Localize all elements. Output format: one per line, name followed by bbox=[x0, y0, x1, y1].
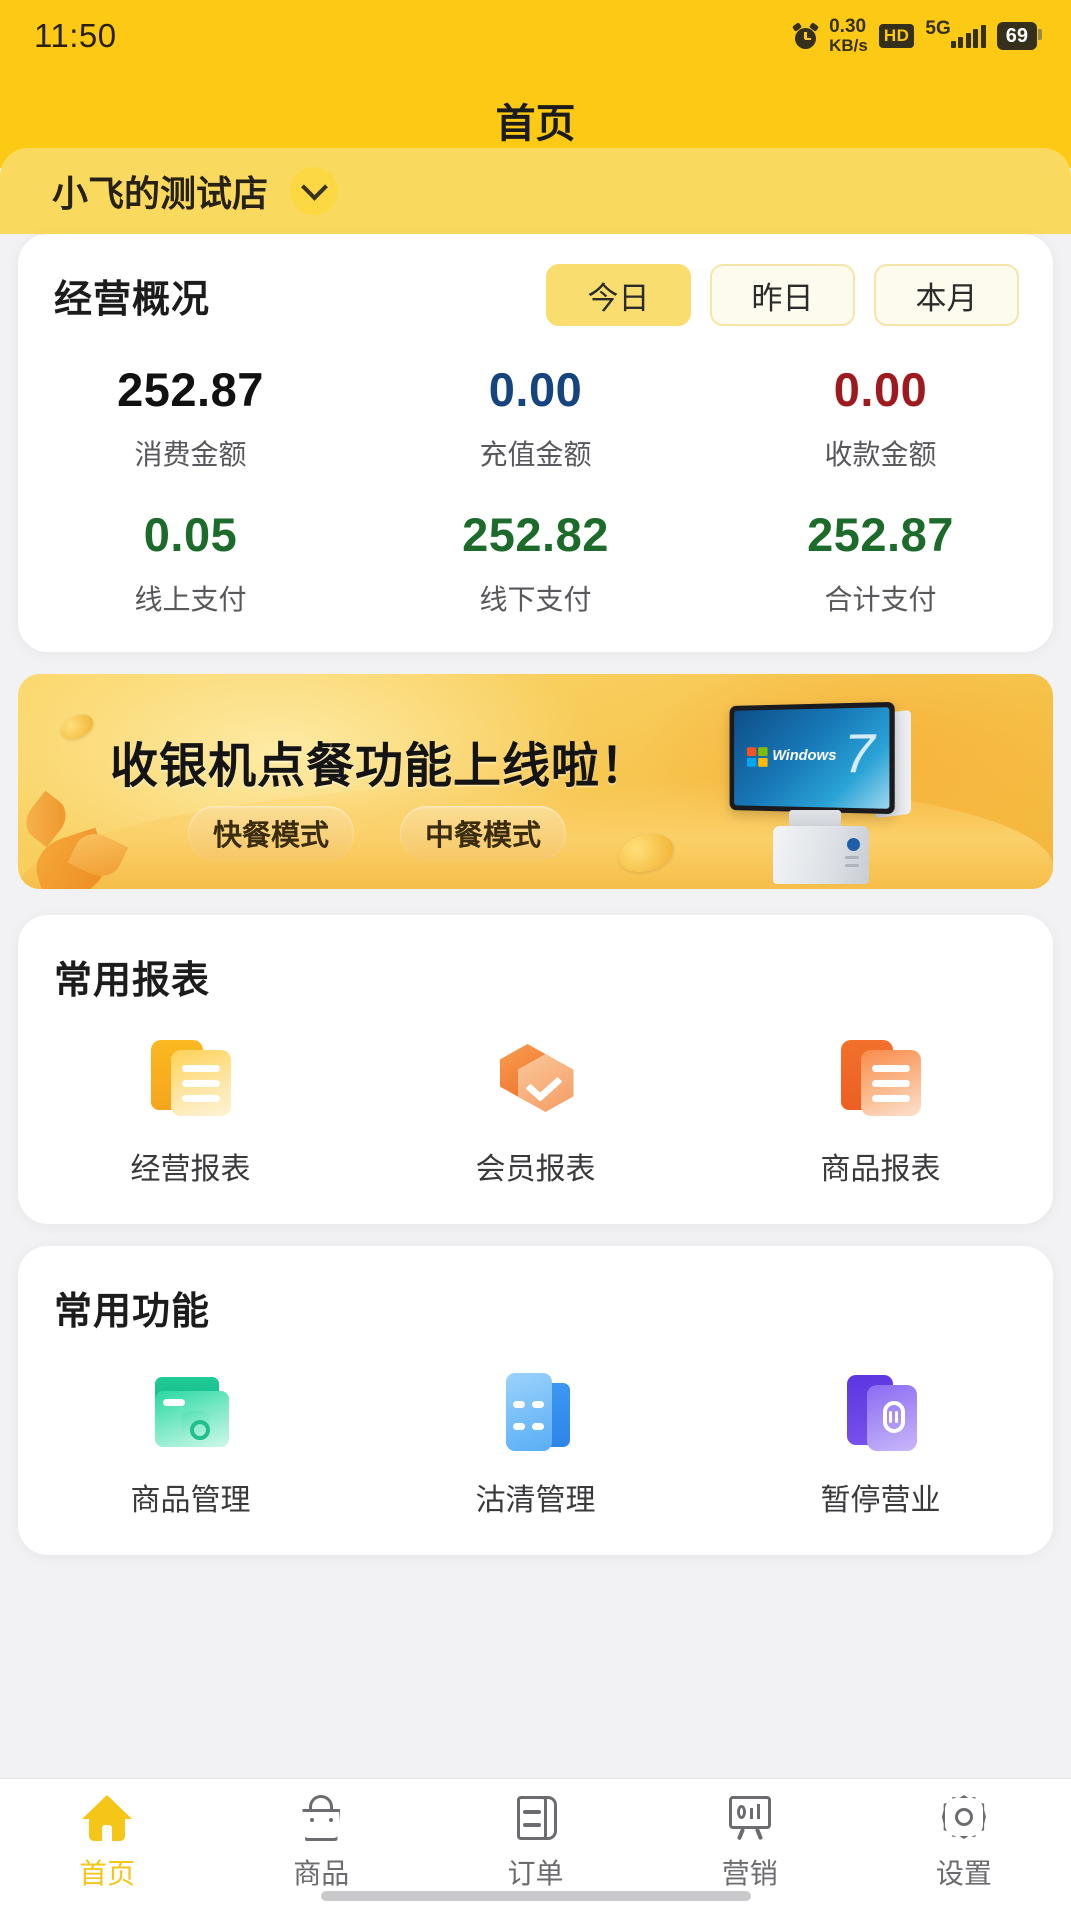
stat-offline-payment-value: 252.82 bbox=[462, 508, 609, 561]
stat-recharge-value: 0.00 bbox=[488, 363, 583, 416]
status-clock: 11:50 bbox=[34, 17, 117, 54]
banner-pill-fastfood[interactable]: 快餐模式 bbox=[188, 806, 354, 860]
home-icon bbox=[79, 1793, 135, 1843]
stat-consumption: 252.87 消费金额 bbox=[18, 362, 363, 473]
report-item-product[interactable]: 商品报表 bbox=[708, 1030, 1053, 1188]
banner-pill-chinese[interactable]: 中餐模式 bbox=[400, 806, 566, 860]
common-functions-card: 常用功能 商品管理 沽清管理 暂停营业 bbox=[18, 1246, 1053, 1555]
function-item-pause-business-label: 暂停营业 bbox=[820, 1484, 941, 1517]
reports-section-title: 常用报表 bbox=[54, 960, 211, 1002]
date-range-tabs: 今日 昨日 本月 bbox=[546, 264, 1019, 326]
stat-offline-payment: 252.82 线下支付 bbox=[363, 507, 708, 618]
banner-headline: 收银机点餐功能上线啦！ bbox=[110, 740, 650, 793]
function-item-product-management[interactable]: 商品管理 bbox=[18, 1361, 363, 1519]
network-speed: 0.30 KB/s bbox=[829, 17, 868, 55]
alarm-clock-icon bbox=[792, 21, 820, 49]
stat-total-payment-value: 252.87 bbox=[807, 508, 954, 561]
shopping-bag-icon bbox=[293, 1793, 349, 1843]
business-overview-card: 经营概况 今日 昨日 本月 252.87 消费金额 0.00 充值金额 0.00 bbox=[18, 234, 1053, 652]
banner-mode-pills: 快餐模式 中餐模式 bbox=[188, 806, 566, 860]
tab-today[interactable]: 今日 bbox=[546, 264, 691, 326]
overview-stats-row-2: 0.05 线上支付 252.82 线下支付 252.87 合计支付 bbox=[18, 507, 1053, 618]
order-document-icon bbox=[508, 1793, 564, 1843]
tab-home-label: 首页 bbox=[79, 1858, 136, 1889]
tab-orders[interactable]: 订单 bbox=[428, 1793, 642, 1892]
pos-terminal-icon: 7 Windows bbox=[715, 698, 965, 888]
product-report-icon bbox=[835, 1030, 927, 1122]
store-name: 小飞的测试店 bbox=[52, 173, 269, 214]
reports-grid: 经营报表 会员报表 商品报表 bbox=[18, 1004, 1053, 1224]
tab-this-month[interactable]: 本月 bbox=[874, 264, 1019, 326]
app-root: 11:50 0.30 KB/s HD 5G 69 首页 小飞的测试店 经营概况 … bbox=[0, 0, 1071, 1911]
stat-consumption-value: 252.87 bbox=[117, 363, 264, 416]
common-reports-card: 常用报表 经营报表 会员报表 商品报表 bbox=[18, 915, 1053, 1224]
tab-yesterday[interactable]: 昨日 bbox=[710, 264, 855, 326]
battery-icon: 69 bbox=[996, 22, 1043, 50]
stat-online-payment-label: 线上支付 bbox=[134, 584, 247, 615]
report-item-member-label: 会员报表 bbox=[475, 1153, 596, 1186]
overview-title: 经营概况 bbox=[54, 278, 211, 321]
tab-marketing-label: 营销 bbox=[721, 1858, 778, 1889]
network-speed-unit: KB/s bbox=[829, 36, 868, 56]
marketing-board-icon bbox=[722, 1793, 778, 1843]
tab-products-label: 商品 bbox=[293, 1858, 350, 1889]
windows-logo-icon bbox=[747, 747, 768, 767]
pause-business-icon bbox=[835, 1361, 927, 1453]
stat-online-payment: 0.05 线上支付 bbox=[18, 507, 363, 618]
stat-consumption-label: 消费金额 bbox=[134, 439, 247, 470]
tab-marketing[interactable]: 营销 bbox=[643, 1793, 857, 1892]
stat-offline-payment-label: 线下支付 bbox=[479, 584, 592, 615]
home-indicator bbox=[320, 1891, 751, 1901]
function-item-pause-business[interactable]: 暂停营业 bbox=[708, 1361, 1053, 1519]
signal-bars-icon bbox=[950, 24, 986, 48]
tab-settings-label: 设置 bbox=[935, 1858, 992, 1889]
stat-total-payment: 252.87 合计支付 bbox=[708, 507, 1053, 618]
function-item-product-management-label: 商品管理 bbox=[130, 1484, 251, 1517]
stat-received-label: 收款金额 bbox=[824, 439, 937, 470]
status-bar: 11:50 0.30 KB/s HD 5G 69 bbox=[0, 0, 1071, 72]
function-item-soldout-management[interactable]: 沽清管理 bbox=[363, 1361, 708, 1519]
windows-label: Windows bbox=[772, 746, 837, 765]
chevron-down-icon[interactable] bbox=[290, 167, 339, 215]
gear-icon bbox=[936, 1793, 992, 1843]
network-type-label: 5G bbox=[925, 17, 951, 39]
product-management-icon bbox=[145, 1361, 237, 1453]
tab-products[interactable]: 商品 bbox=[214, 1793, 428, 1892]
signal-icon: 5G bbox=[925, 19, 986, 48]
business-report-icon bbox=[145, 1030, 237, 1122]
status-indicators: 0.30 KB/s HD 5G 69 bbox=[792, 17, 1043, 55]
tab-home[interactable]: 首页 bbox=[0, 1793, 214, 1892]
function-item-soldout-management-label: 沽清管理 bbox=[475, 1484, 596, 1517]
store-selector[interactable]: 小飞的测试店 bbox=[0, 148, 1071, 234]
network-speed-value: 0.30 bbox=[829, 16, 867, 38]
hd-badge-icon: HD bbox=[878, 24, 915, 48]
stat-recharge: 0.00 充值金额 bbox=[363, 362, 708, 473]
stat-total-payment-label: 合计支付 bbox=[824, 584, 937, 615]
scroll-content: 经营概况 今日 昨日 本月 252.87 消费金额 0.00 充值金额 0.00 bbox=[0, 234, 1071, 1778]
report-item-business-label: 经营报表 bbox=[130, 1153, 251, 1186]
stat-received-value: 0.00 bbox=[833, 363, 928, 416]
stat-received: 0.00 收款金额 bbox=[708, 362, 1053, 473]
stat-online-payment-value: 0.05 bbox=[143, 508, 238, 561]
soldout-management-icon bbox=[490, 1361, 582, 1453]
app-header: 11:50 0.30 KB/s HD 5G 69 首页 bbox=[0, 0, 1071, 168]
overview-stats-row-1: 252.87 消费金额 0.00 充值金额 0.00 收款金额 bbox=[18, 362, 1053, 473]
tab-settings[interactable]: 设置 bbox=[857, 1793, 1071, 1892]
report-item-member[interactable]: 会员报表 bbox=[363, 1030, 708, 1188]
functions-grid: 商品管理 沽清管理 暂停营业 bbox=[18, 1335, 1053, 1555]
windows-version: 7 bbox=[843, 722, 875, 785]
stat-recharge-label: 充值金额 bbox=[479, 439, 592, 470]
functions-section-title: 常用功能 bbox=[54, 1291, 211, 1333]
member-report-icon bbox=[490, 1030, 582, 1122]
tab-orders-label: 订单 bbox=[507, 1858, 564, 1889]
overview-header: 经营概况 今日 昨日 本月 bbox=[18, 264, 1053, 326]
report-item-product-label: 商品报表 bbox=[820, 1153, 941, 1186]
promo-banner[interactable]: 收银机点餐功能上线啦！ 快餐模式 中餐模式 7 Windows bbox=[18, 674, 1053, 889]
report-item-business[interactable]: 经营报表 bbox=[18, 1030, 363, 1188]
bottom-tab-bar: 首页 商品 订单 营销 设置 bbox=[0, 1778, 1071, 1911]
